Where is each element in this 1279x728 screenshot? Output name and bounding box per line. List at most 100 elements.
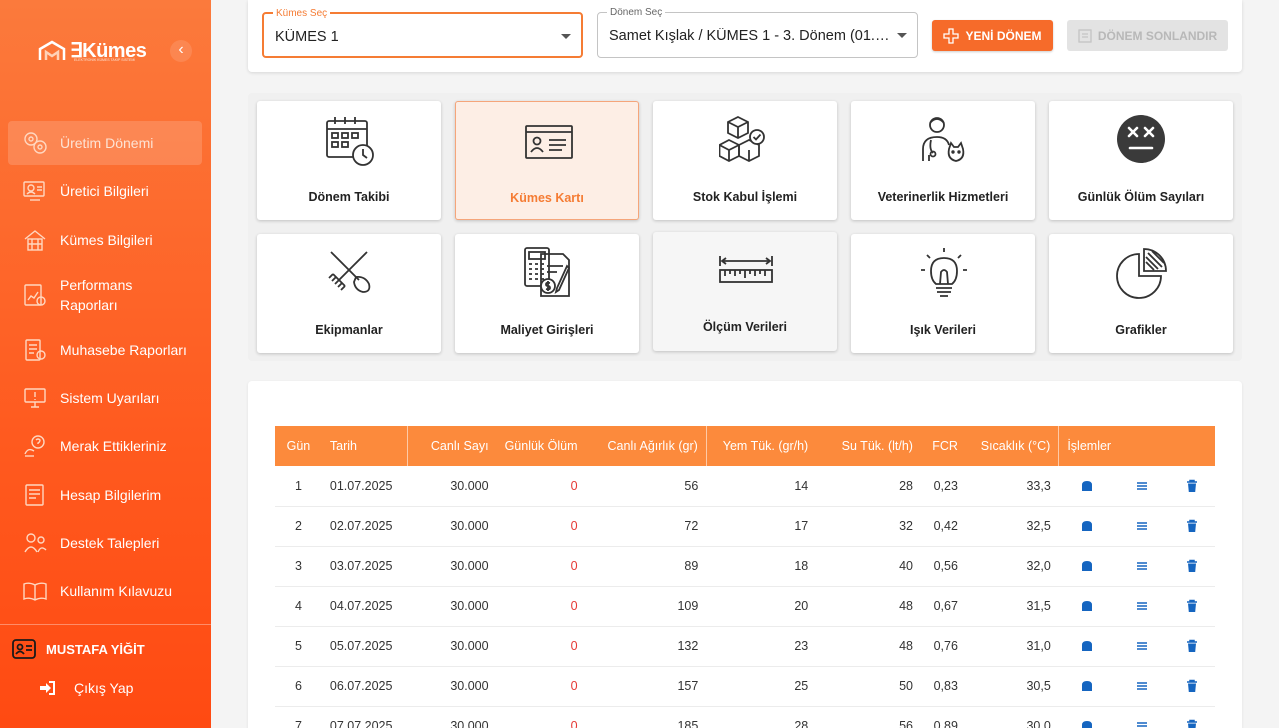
sidebar-item-merak-ettikleriniz[interactable]: Merak Ettikleriniz: [8, 424, 202, 468]
edit-row-button[interactable]: [1058, 546, 1116, 587]
sidebar-item-muhasebe-raporlari[interactable]: Muhasebe Raporları: [8, 328, 202, 372]
cell-gunluk-olum: 0: [496, 546, 586, 587]
col-header-canli-agirlik[interactable]: Canlı Ağırlık (gr): [586, 426, 707, 466]
delete-row-button[interactable]: [1168, 466, 1215, 507]
cell-gun: 6: [275, 666, 322, 707]
col-header-yem-tuketimi[interactable]: Yem Tük. (gr/h): [705, 426, 817, 466]
details-row-button[interactable]: [1115, 706, 1169, 728]
tile-maliyet-girisleri[interactable]: Maliyet Girişleri: [455, 234, 639, 353]
cell-yem-tuketimi: 28: [706, 706, 817, 728]
sidebar-nav: Üretim Dönemi Üretici Bilgileri Kümes Bi…: [8, 121, 202, 618]
sidebar-item-hesap-bilgilerim[interactable]: Hesap Bilgilerim: [8, 473, 202, 517]
lightbulb-icon: [921, 248, 967, 297]
tile-ekipmanlar[interactable]: Ekipmanlar: [257, 234, 441, 353]
cell-canli-sayi: 30.000: [407, 666, 497, 707]
logout-icon: [40, 681, 55, 695]
delete-icon: [1186, 520, 1197, 533]
tile-label: Ölçüm Verileri: [702, 320, 788, 334]
tile-label: Veterinerlik Hizmetleri: [877, 190, 1009, 204]
user-card-icon: [12, 639, 36, 659]
tile-donem-takibi[interactable]: Dönem Takibi: [257, 101, 441, 220]
tile-label: Grafikler: [1115, 323, 1167, 337]
app-logo[interactable]: ∃Kümes ELEKTRONİK KÜMES TAKİP SİSTEMİ: [38, 38, 147, 63]
details-row-button[interactable]: [1115, 586, 1169, 627]
sidebar-item-label: Sistem Uyarıları: [60, 390, 160, 407]
sidebar-collapse-button[interactable]: ‹: [170, 40, 192, 62]
kumes-select[interactable]: Kümes Seç KÜMES 1: [262, 8, 583, 58]
tile-label: Dönem Takibi: [308, 190, 390, 204]
col-header-canli-sayi[interactable]: Canlı Sayı: [407, 426, 497, 466]
details-row-button[interactable]: [1115, 626, 1169, 667]
tile-isik-verileri[interactable]: Işık Verileri: [851, 234, 1035, 353]
faq-icon: [24, 435, 45, 458]
tile-kumes-karti[interactable]: Kümes Kartı: [455, 101, 639, 220]
sidebar-item-destek-talepleri[interactable]: Destek Talepleri: [8, 521, 202, 565]
col-header-sicaklik[interactable]: Sıcaklık (°C): [966, 426, 1059, 466]
chevron-left-icon: ‹: [178, 41, 184, 58]
daily-data-card: Gün Tarih Canlı Sayı Günlük Ölüm Canlı A…: [248, 381, 1242, 728]
edit-row-button[interactable]: [1058, 626, 1116, 667]
tile-grafikler[interactable]: Grafikler: [1049, 234, 1233, 353]
col-header-tarih[interactable]: Tarih: [322, 426, 408, 466]
cell-yem-tuketimi: 14: [706, 466, 817, 507]
document-icon: [1078, 28, 1092, 43]
sidebar-divider: [0, 624, 211, 625]
cell-gun: 1: [275, 466, 322, 507]
ruler-icon: [719, 256, 773, 283]
new-period-button[interactable]: YENİ DÖNEM: [932, 20, 1053, 51]
delete-row-button[interactable]: [1168, 546, 1215, 587]
edit-row-button[interactable]: [1058, 506, 1116, 547]
details-row-button[interactable]: [1115, 466, 1169, 507]
logout-button[interactable]: Çıkış Yap: [40, 680, 133, 696]
cell-fcr: 0,89: [920, 706, 966, 728]
delete-row-button[interactable]: [1168, 666, 1215, 707]
cell-sicaklik: 30,0: [965, 706, 1059, 728]
cell-tarih: 05.07.2025: [321, 626, 408, 667]
edit-row-button[interactable]: [1058, 706, 1116, 728]
details-row-button[interactable]: [1115, 506, 1169, 547]
sidebar-item-sistem-uyarilari[interactable]: Sistem Uyarıları: [8, 376, 202, 420]
delete-row-button[interactable]: [1168, 506, 1215, 547]
edit-row-button[interactable]: [1058, 466, 1116, 507]
cell-yem-tuketimi: 17: [706, 506, 817, 547]
cell-tarih: 01.07.2025: [321, 466, 408, 507]
cell-canli-agirlik: 157: [585, 666, 707, 707]
col-header-gun[interactable]: Gün: [275, 426, 322, 466]
cell-su-tuketimi: 48: [816, 586, 921, 627]
tile-stok-kabul-islemi[interactable]: Stok Kabul İşlemi: [653, 101, 837, 220]
delete-row-button[interactable]: [1168, 706, 1215, 728]
list-icon: [1136, 562, 1147, 571]
dropdown-arrow-icon: [561, 34, 571, 39]
edit-row-button[interactable]: [1058, 666, 1116, 707]
details-row-button[interactable]: [1115, 666, 1169, 707]
col-header-su-tuketimi[interactable]: Su Tük. (lt/h): [816, 426, 921, 466]
list-icon: [1136, 602, 1147, 611]
details-row-button[interactable]: [1115, 546, 1169, 587]
sidebar-item-kumes-bilgileri[interactable]: Kümes Bilgileri: [8, 218, 202, 262]
donem-select[interactable]: Dönem Seç Samet Kışlak / KÜMES 1 - 3. Dö…: [597, 7, 918, 58]
col-header-gunluk-olum[interactable]: Günlük Ölüm: [497, 426, 586, 466]
cell-sicaklik: 30,5: [965, 666, 1059, 707]
cell-tarih: 06.07.2025: [321, 666, 408, 707]
tile-gunluk-olum-sayilari[interactable]: Günlük Ölüm Sayıları: [1049, 101, 1233, 220]
user-profile[interactable]: MUSTAFA YİĞİT: [12, 638, 145, 660]
tile-veterinerlik-hizmetleri[interactable]: Veterinerlik Hizmetleri: [851, 101, 1035, 220]
tile-olcum-verileri[interactable]: Ölçüm Verileri: [653, 232, 837, 351]
cell-sicaklik: 32,0: [965, 546, 1059, 587]
sidebar-item-kullanim-kilavuzu[interactable]: Kullanım Kılavuzu: [8, 569, 202, 613]
edit-icon: [1082, 521, 1093, 532]
cell-gunluk-olum: 0: [496, 626, 586, 667]
cell-yem-tuketimi: 25: [706, 666, 817, 707]
sidebar-item-performans-raporlari[interactable]: Performans Raporları: [8, 266, 202, 324]
col-header-fcr[interactable]: FCR: [921, 426, 966, 466]
end-period-button[interactable]: DÖNEM SONLANDIR: [1067, 20, 1228, 51]
delete-row-button[interactable]: [1168, 586, 1215, 627]
list-icon: [1136, 722, 1147, 728]
edit-row-button[interactable]: [1058, 586, 1116, 627]
delete-row-button[interactable]: [1168, 626, 1215, 667]
sidebar-item-uretim-donemi[interactable]: Üretim Dönemi: [8, 121, 202, 165]
sidebar-item-label: Üretici Bilgileri: [60, 183, 149, 200]
sidebar-item-uretici-bilgileri[interactable]: Üretici Bilgileri: [8, 169, 202, 213]
kumes-select-value: KÜMES 1: [275, 29, 339, 45]
edit-icon: [1082, 561, 1093, 572]
